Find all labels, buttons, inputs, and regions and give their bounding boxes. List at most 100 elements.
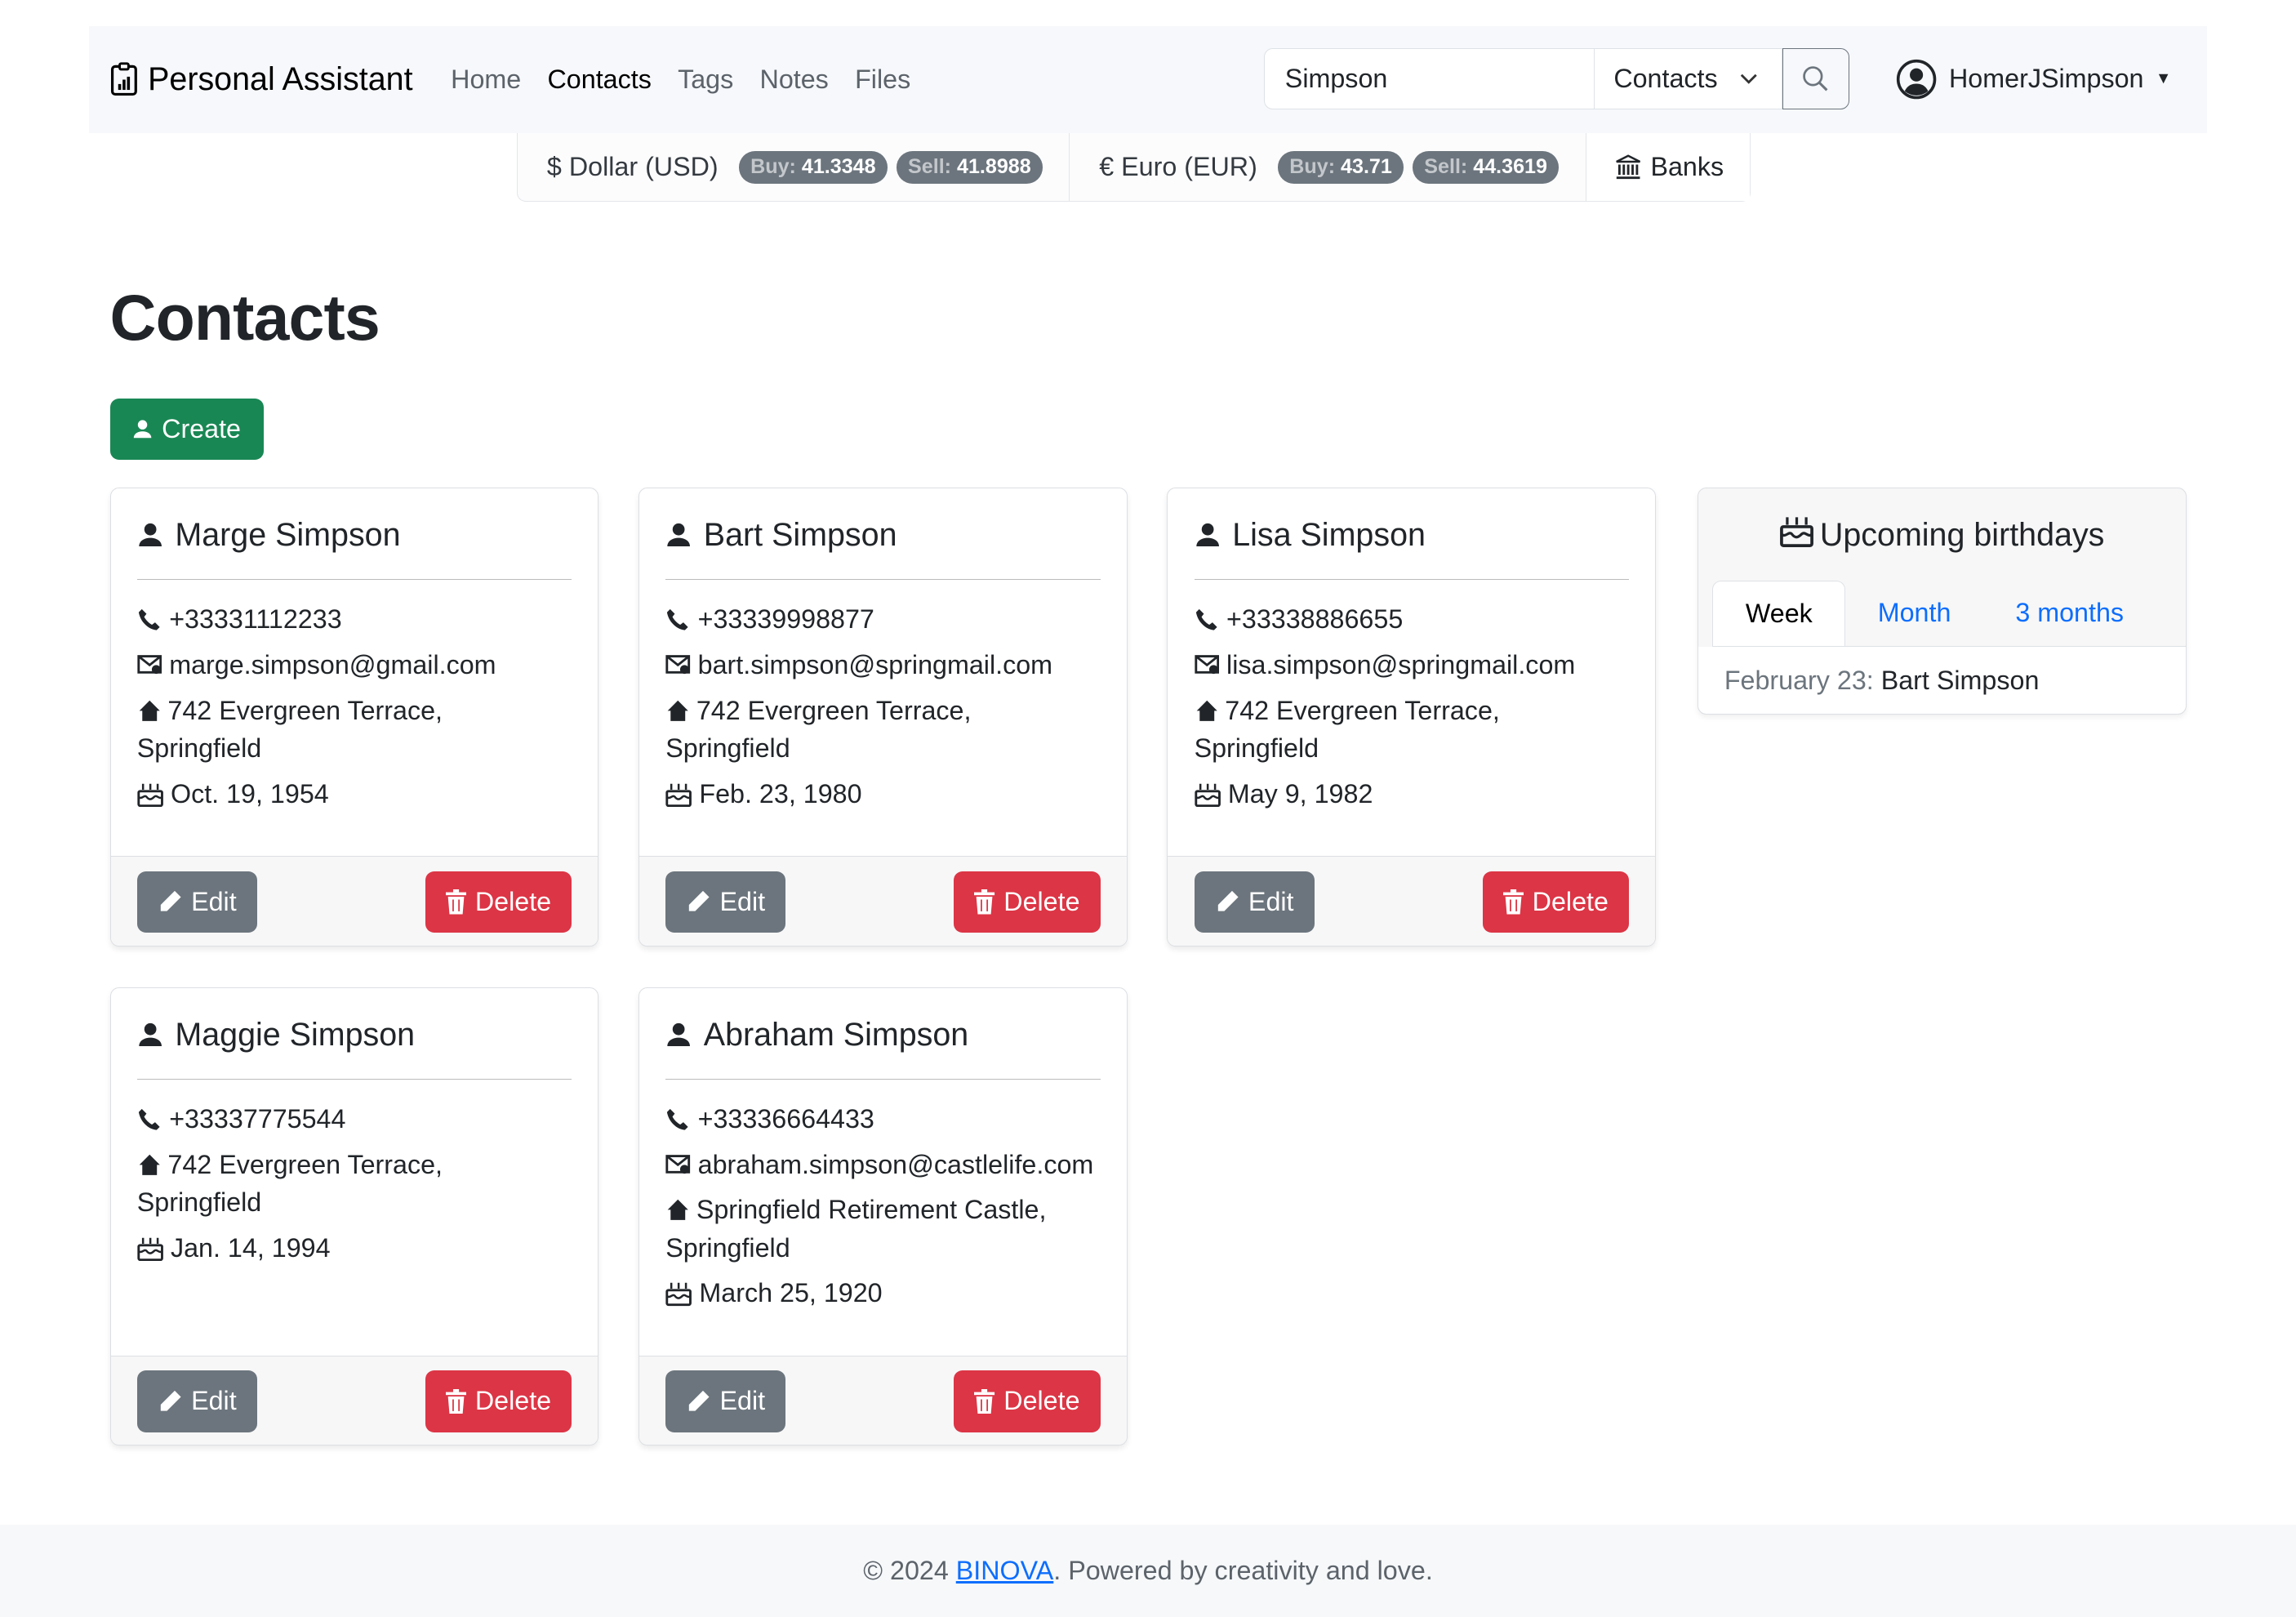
banks-link[interactable]: Banks bbox=[1586, 133, 1751, 202]
create-contact-button[interactable]: Create bbox=[109, 398, 264, 461]
house-icon bbox=[1196, 700, 1217, 721]
user-menu[interactable]: HomerJSimpson ▼ bbox=[1896, 59, 2171, 100]
house-icon bbox=[667, 1199, 688, 1221]
create-label: Create bbox=[162, 413, 241, 443]
nav-contacts[interactable]: Contacts bbox=[548, 65, 652, 95]
contact-address: Springfield Retirement Castle, Springfie… bbox=[665, 1195, 1047, 1263]
tab-3-months[interactable]: 3 months bbox=[1983, 581, 2156, 646]
search-input[interactable] bbox=[1263, 48, 1595, 110]
nav-home[interactable]: Home bbox=[451, 65, 521, 95]
clipboard-data-icon bbox=[111, 62, 138, 96]
contact-birthday: Oct. 19, 1954 bbox=[137, 775, 572, 813]
cake-icon bbox=[137, 1237, 163, 1261]
house-icon bbox=[667, 700, 688, 721]
phone-icon bbox=[138, 609, 160, 631]
person-icon bbox=[134, 420, 152, 439]
delete-button[interactable]: Delete bbox=[425, 871, 572, 933]
contact-card: Marge Simpson +33331112233 marge.simpson@g… bbox=[109, 488, 599, 947]
brand[interactable]: Personal Assistant bbox=[109, 61, 413, 98]
delete-button[interactable]: Delete bbox=[954, 871, 1101, 933]
delete-button[interactable]: Delete bbox=[954, 1370, 1101, 1432]
page-title: Contacts bbox=[109, 282, 380, 354]
person-icon bbox=[1195, 523, 1219, 547]
navbar: Personal Assistant Home Contacts Tags No… bbox=[89, 26, 2207, 134]
cake-icon bbox=[1194, 783, 1221, 807]
envelope-icon bbox=[137, 655, 162, 675]
edit-button[interactable]: Edit bbox=[665, 871, 786, 933]
phone-icon bbox=[667, 1108, 688, 1130]
birthday-date: February 23: bbox=[1724, 665, 1874, 695]
delete-button[interactable]: Delete bbox=[425, 1370, 572, 1432]
edit-button[interactable]: Edit bbox=[665, 1370, 786, 1432]
contact-birthday: Jan. 14, 1994 bbox=[137, 1229, 572, 1267]
edit-button[interactable]: Edit bbox=[1194, 871, 1315, 933]
contact-email: bart.simpson@springmail.com bbox=[665, 646, 1100, 684]
chevron-down-icon bbox=[1741, 74, 1758, 84]
cake-icon bbox=[665, 1283, 692, 1307]
divider bbox=[665, 579, 1101, 580]
cake-icon bbox=[137, 783, 163, 807]
divider bbox=[136, 1078, 572, 1080]
trash-icon bbox=[1502, 889, 1524, 915]
person-icon bbox=[139, 523, 162, 547]
contact-address: 742 Evergreen Terrace, Springfield bbox=[665, 695, 972, 764]
banks-label: Banks bbox=[1650, 152, 1724, 182]
contact-name[interactable]: Marge Simpson bbox=[137, 514, 572, 555]
contact-birthday: May 9, 1982 bbox=[1194, 775, 1629, 813]
birthdays-title: Upcoming birthdays bbox=[1819, 517, 2105, 554]
contact-name[interactable]: Maggie Simpson bbox=[137, 1014, 572, 1055]
phone-icon bbox=[138, 1108, 160, 1130]
pencil-icon bbox=[689, 1390, 710, 1411]
tab-month[interactable]: Month bbox=[1845, 581, 1983, 646]
person-circle-icon bbox=[1897, 59, 1937, 100]
person-icon bbox=[667, 523, 691, 547]
caret-down-icon: ▼ bbox=[2155, 69, 2172, 88]
nav-notes[interactable]: Notes bbox=[760, 65, 829, 95]
tab-week[interactable]: Week bbox=[1712, 581, 1846, 646]
house-icon bbox=[139, 700, 160, 721]
footer-link[interactable]: BINOVA bbox=[956, 1556, 1054, 1586]
trash-icon bbox=[446, 1388, 467, 1414]
contact-card: Abraham Simpson +33336664433 abraham.simps… bbox=[638, 987, 1128, 1446]
contact-name[interactable]: Bart Simpson bbox=[665, 514, 1100, 555]
contact-birthday: March 25, 1920 bbox=[665, 1274, 1100, 1312]
cake-icon bbox=[665, 783, 692, 807]
divider bbox=[136, 579, 572, 580]
envelope-icon bbox=[1194, 655, 1219, 675]
cake-icon bbox=[1779, 517, 1813, 547]
nav-tags[interactable]: Tags bbox=[678, 65, 733, 95]
contact-address: 742 Evergreen Terrace, Springfield bbox=[136, 695, 443, 764]
contact-email: abraham.simpson@castlelife.com bbox=[665, 1146, 1100, 1184]
contact-phone: +33339998877 bbox=[665, 600, 1100, 639]
edit-button[interactable]: Edit bbox=[136, 1370, 257, 1432]
search-form: Contacts bbox=[1263, 48, 1850, 110]
contact-phone: +33331112233 bbox=[137, 600, 572, 639]
contact-name[interactable]: Lisa Simpson bbox=[1195, 514, 1629, 555]
contact-address: 742 Evergreen Terrace, Springfield bbox=[1194, 695, 1500, 764]
currency-bar: $ Dollar (USD) Buy: 41.3348 Sell: 41.898… bbox=[517, 133, 1751, 203]
contact-address: 742 Evergreen Terrace, Springfield bbox=[136, 1149, 443, 1218]
eur-label: € Euro (EUR) bbox=[1099, 152, 1257, 182]
contact-phone: +33336664433 bbox=[665, 1100, 1100, 1138]
footer-tagline: . Powered by creativity and love. bbox=[1053, 1555, 1433, 1585]
pencil-icon bbox=[160, 1390, 181, 1411]
currency-eur: € Euro (EUR) Buy: 43.71 Sell: 44.3619 bbox=[1070, 133, 1586, 202]
nav-files[interactable]: Files bbox=[855, 65, 910, 95]
brand-name: Personal Assistant bbox=[148, 61, 413, 98]
contact-email: lisa.simpson@springmail.com bbox=[1194, 646, 1629, 684]
edit-button[interactable]: Edit bbox=[136, 871, 257, 933]
trash-icon bbox=[974, 889, 995, 915]
search-button[interactable] bbox=[1782, 48, 1850, 110]
contact-name[interactable]: Abraham Simpson bbox=[665, 1014, 1100, 1055]
bank-icon bbox=[1616, 154, 1641, 179]
username: HomerJSimpson bbox=[1949, 64, 2144, 94]
delete-button[interactable]: Delete bbox=[1482, 871, 1630, 933]
usd-buy-badge: Buy: 41.3348 bbox=[738, 150, 888, 184]
search-scope-select[interactable]: Contacts bbox=[1595, 48, 1782, 110]
envelope-icon bbox=[665, 655, 691, 675]
person-icon bbox=[667, 1022, 691, 1046]
pencil-icon bbox=[689, 891, 710, 911]
trash-icon bbox=[974, 1388, 995, 1414]
divider bbox=[1194, 579, 1630, 580]
house-icon bbox=[139, 1154, 160, 1175]
